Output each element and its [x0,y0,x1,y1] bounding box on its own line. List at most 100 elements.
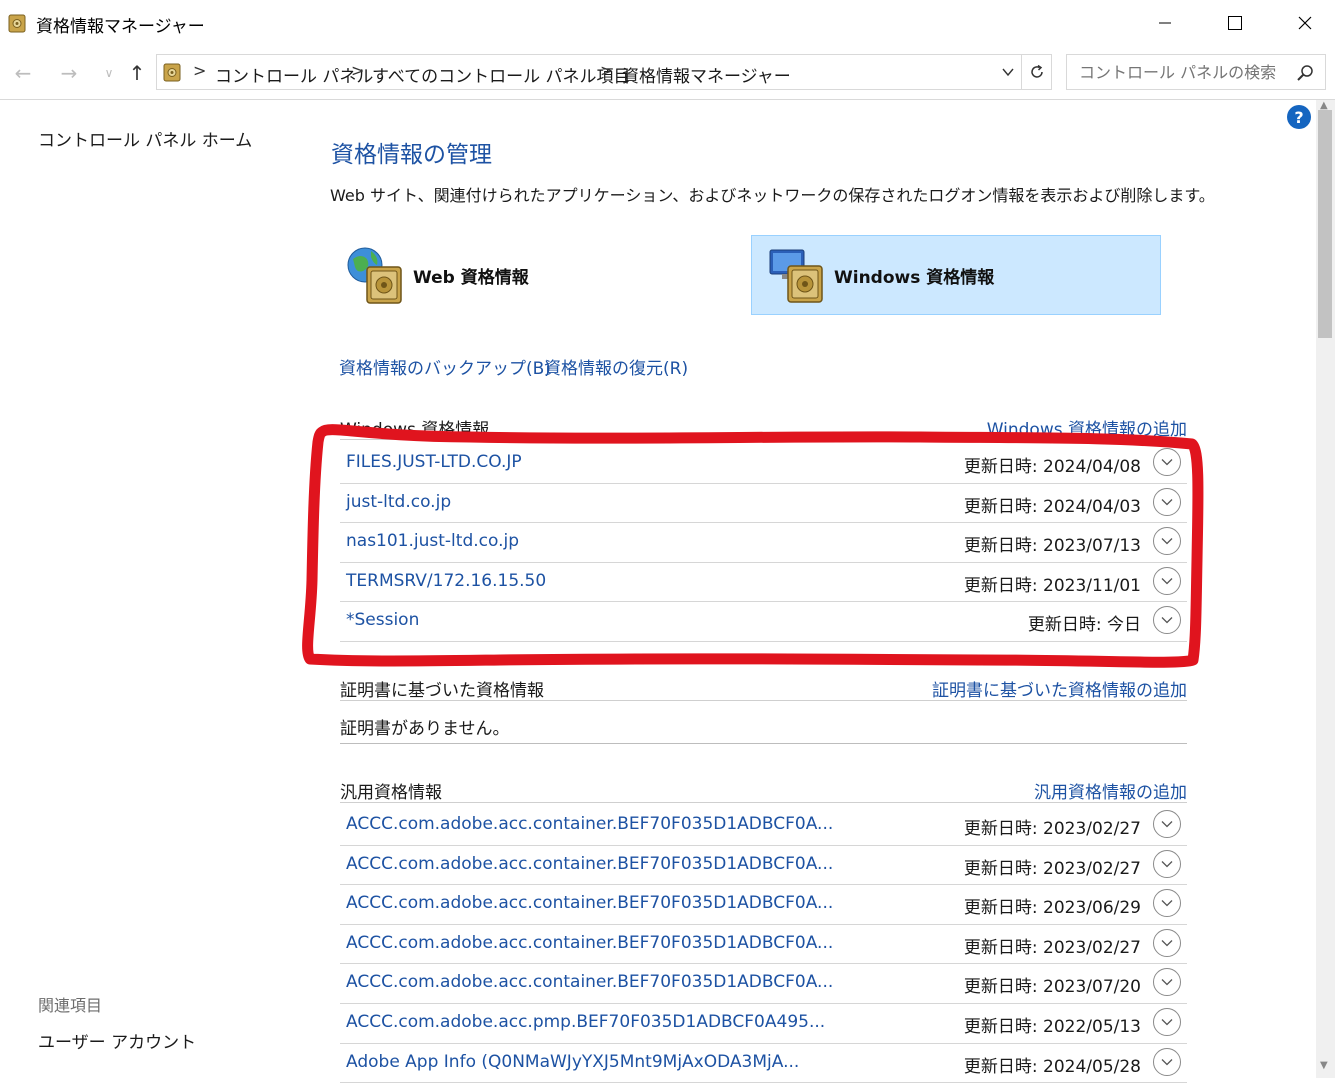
window-title: 資格情報マネージャー [36,17,205,37]
credential-name[interactable]: *Session [346,610,419,630]
user-accounts-link[interactable]: ユーザー アカウント [38,1028,196,1053]
credential-manager-icon [8,14,26,33]
help-button[interactable]: ? [1287,105,1311,129]
credential-name[interactable]: TERMSRV/172.16.15.50 [346,571,546,591]
credential-modified-date: 更新日時: 2022/05/13 [963,1017,1141,1037]
credential-row[interactable]: *Session 更新日時: 今日 [340,602,1187,642]
scroll-down-icon[interactable]: ▼ [1320,1060,1328,1071]
back-arrow-icon: ← [14,61,32,85]
vertical-scrollbar[interactable]: ▲ ▼ [1316,100,1335,1078]
refresh-icon [1030,64,1043,78]
certificate-credentials-header: 証明書に基づいた資格情報 証明書に基づいた資格情報の追加 [340,673,1187,701]
control-panel-home-link[interactable]: コントロール パネル ホーム [38,126,252,151]
chevron-down-icon: ∨ [104,66,114,80]
forward-arrow-icon: → [60,61,78,85]
credential-name[interactable]: nas101.just-ltd.co.jp [346,531,519,551]
breadcrumb-separator[interactable]: > [193,61,206,80]
windows-credentials-tab[interactable]: Windows 資格情報 [751,235,1161,315]
credential-name[interactable]: FILES.JUST-LTD.CO.JP [346,452,522,472]
credential-modified-date: 更新日時: 2024/05/28 [963,1056,1141,1077]
restore-credentials-link[interactable]: 資格情報の復元(R) [544,354,688,379]
add-certificate-credential-link[interactable]: 証明書に基づいた資格情報の追加 [932,676,1187,701]
credential-row[interactable]: ACCC.com.adobe.acc.container.BEF70F035D1… [340,964,1187,1004]
section-title: 汎用資格情報 [340,783,442,803]
credential-name[interactable]: Adobe App Info (Q0NMaWJyYXJ5Mnt9MjAxODA3… [346,1052,799,1072]
empty-message: 証明書がありません。 [340,719,510,739]
scroll-thumb[interactable] [1318,110,1332,338]
expand-chevron-icon[interactable] [1153,810,1181,838]
breadcrumb-all-items[interactable]: すべてのコントロール パネル項目 [372,62,631,87]
credential-row[interactable]: nas101.just-ltd.co.jp 更新日時: 2023/07/13 [340,523,1187,563]
recent-locations-button[interactable]: ∨ [96,60,122,86]
credential-name[interactable]: ACCC.com.adobe.acc.container.BEF70F035D1… [346,814,833,834]
credential-modified-date: 更新日時: 2023/02/27 [963,937,1141,958]
expand-chevron-icon[interactable] [1153,928,1181,957]
generic-credentials-header: 汎用資格情報 汎用資格情報の追加 [340,775,1187,803]
credential-row[interactable]: Adobe App Info (Q0NMaWJyYXJ5Mnt9MjAxODA3… [340,1044,1187,1083]
maximize-icon [1228,16,1242,30]
expand-chevron-icon[interactable] [1153,448,1181,476]
search-icon[interactable] [1295,63,1315,83]
maximize-button[interactable] [1200,0,1270,46]
computer-safe-icon [769,249,823,303]
backup-credentials-link[interactable]: 資格情報のバックアップ(B) [339,354,551,379]
add-windows-credential-link[interactable]: Windows 資格情報の追加 [987,415,1187,440]
address-dropdown-icon[interactable] [1000,64,1016,80]
breadcrumb-control-panel[interactable]: コントロール パネル [215,62,373,87]
address-bar[interactable]: > コントロール パネル > すべてのコントロール パネル項目 > 資格情報マネ… [156,54,1022,90]
breadcrumb-separator[interactable]: > [600,61,613,80]
add-generic-credential-link[interactable]: 汎用資格情報の追加 [1034,778,1187,803]
forward-button[interactable]: → [56,60,82,86]
credential-row[interactable]: ACCC.com.adobe.acc.pmp.BEF70F035D1ADBCF0… [340,1004,1187,1044]
credential-row[interactable]: ACCC.com.adobe.acc.container.BEF70F035D1… [340,925,1187,965]
expand-chevron-icon[interactable] [1153,968,1181,997]
credential-modified-date: 更新日時: 2024/04/03 [963,496,1141,517]
title-bar: 資格情報マネージャー [0,0,1335,46]
navigation-bar: ← → ∨ ↑ > コントロール パネル > すべてのコントロール パネル項目 … [0,46,1335,100]
credential-row[interactable]: just-ltd.co.jp 更新日時: 2024/04/03 [340,484,1187,524]
search-input[interactable] [1077,61,1287,83]
credential-modified-date: 更新日時: 2023/07/13 [963,536,1141,557]
page-title: 資格情報の管理 [331,142,492,168]
credential-row[interactable]: TERMSRV/172.16.15.50 更新日時: 2023/11/01 [340,563,1187,603]
credential-modified-date: 更新日時: 2024/04/08 [963,457,1141,477]
expand-chevron-icon[interactable] [1153,487,1181,516]
certificate-empty-row: 証明書がありません。 [340,702,1187,744]
credential-modified-date: 更新日時: 今日 [1027,615,1141,636]
web-credentials-label: Web 資格情報 [413,267,529,288]
related-heading: 関連項目 [38,996,103,1015]
credential-row[interactable]: ACCC.com.adobe.acc.container.BEF70F035D1… [340,846,1187,886]
expand-chevron-icon[interactable] [1153,889,1181,918]
expand-chevron-icon[interactable] [1153,606,1181,635]
expand-chevron-icon[interactable] [1153,1008,1181,1036]
expand-chevron-icon[interactable] [1153,1047,1181,1076]
up-arrow-icon: ↑ [128,61,146,85]
expand-chevron-icon[interactable] [1153,566,1181,595]
help-icon: ? [1294,107,1304,127]
credential-name[interactable]: ACCC.com.adobe.acc.container.BEF70F035D1… [346,972,833,992]
expand-chevron-icon[interactable] [1153,527,1181,556]
search-box[interactable] [1066,54,1326,90]
credential-row[interactable]: FILES.JUST-LTD.CO.JP 更新日時: 2024/04/08 [340,444,1187,484]
web-credentials-tab[interactable]: Web 資格情報 [343,235,753,315]
credential-row[interactable]: ACCC.com.adobe.acc.container.BEF70F035D1… [340,885,1187,925]
breadcrumb-credential-manager[interactable]: 資格情報マネージャー [622,62,791,87]
credential-name[interactable]: ACCC.com.adobe.acc.container.BEF70F035D1… [346,933,833,953]
minimize-button[interactable] [1130,0,1200,46]
credential-name[interactable]: ACCC.com.adobe.acc.container.BEF70F035D1… [346,893,833,913]
close-button[interactable] [1270,0,1335,46]
credential-name[interactable]: just-ltd.co.jp [346,492,451,512]
up-button[interactable]: ↑ [124,60,150,86]
section-title: Windows 資格情報 [340,420,490,440]
credential-modified-date: 更新日時: 2023/06/29 [963,898,1141,919]
credential-row[interactable]: ACCC.com.adobe.acc.container.BEF70F035D1… [340,806,1187,846]
credential-name[interactable]: ACCC.com.adobe.acc.pmp.BEF70F035D1ADBCF0… [346,1012,825,1032]
credential-modified-date: 更新日時: 2023/02/27 [963,819,1141,839]
refresh-button[interactable] [1022,54,1052,90]
credential-name[interactable]: ACCC.com.adobe.acc.container.BEF70F035D1… [346,854,833,874]
breadcrumb-separator[interactable]: > [351,61,364,80]
close-icon [1298,16,1312,30]
windows-credentials-header: Windows 資格情報 Windows 資格情報の追加 [340,412,1187,440]
expand-chevron-icon[interactable] [1153,849,1181,878]
back-button[interactable]: ← [10,60,36,86]
